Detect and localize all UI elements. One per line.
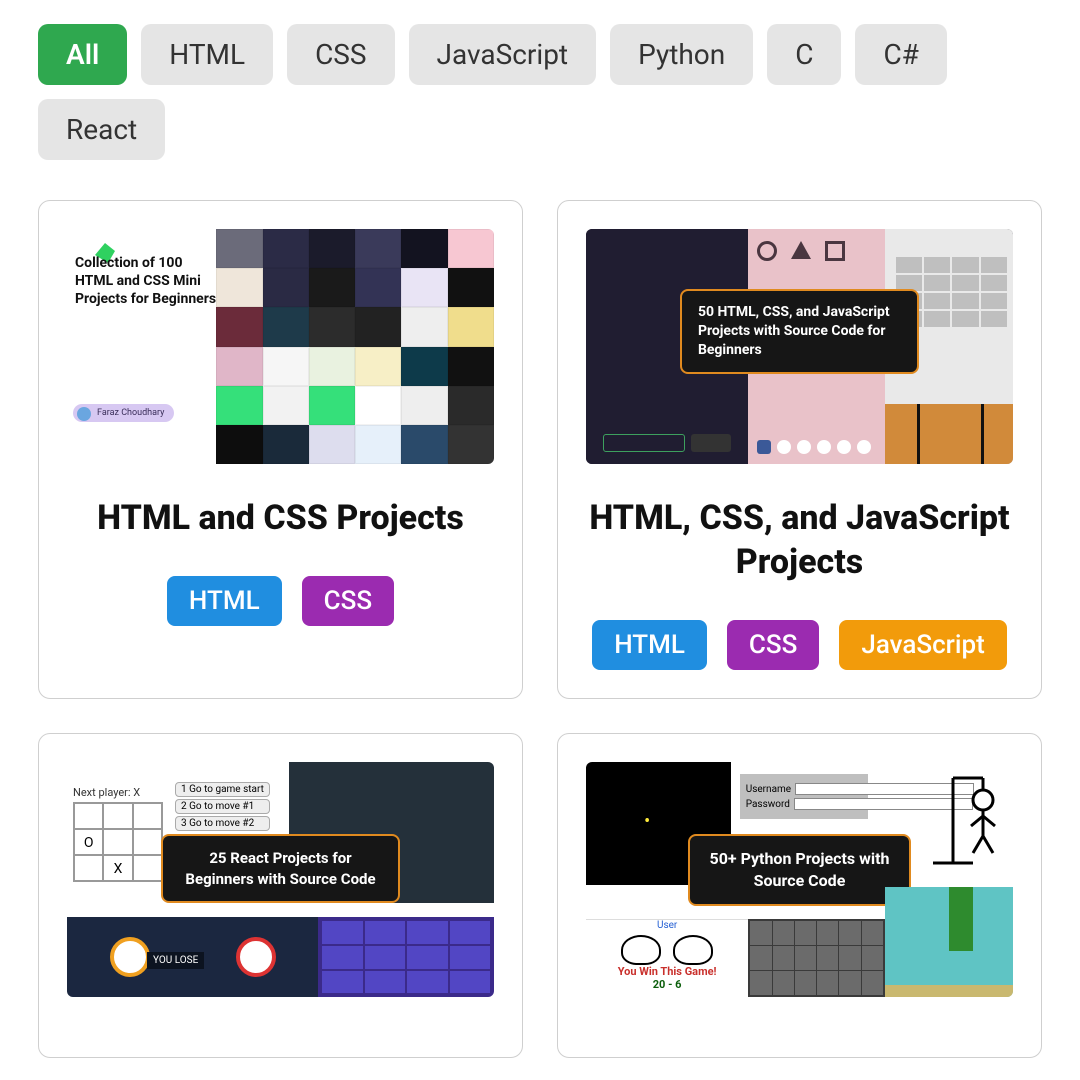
filter-python[interactable]: Python	[610, 24, 753, 85]
card-python-projects[interactable]: Username Password 50+ Python Projects wi…	[557, 733, 1042, 1058]
card-tags: HTML CSS JavaScript	[592, 620, 1007, 670]
login-form: Username Password	[740, 774, 868, 819]
cards-grid: Collection of 100 HTML and CSS Mini Proj…	[38, 200, 1042, 1058]
tag-css[interactable]: CSS	[302, 576, 394, 626]
hand-icon	[110, 937, 150, 977]
card-thumbnail: Next player: X O X 1 Go to game start 2 …	[67, 762, 494, 997]
filter-html[interactable]: HTML	[141, 24, 273, 85]
thumb-caption-overlay: 50+ Python Projects with Source Code	[688, 834, 910, 905]
tag-javascript[interactable]: JavaScript	[839, 620, 1006, 670]
card-html-css-js-projects[interactable]: 50 HTML, CSS, and JavaScript Projects wi…	[557, 200, 1042, 699]
filter-c[interactable]: C	[767, 24, 841, 85]
thumb-caption: Collection of 100 HTML and CSS Mini Proj…	[75, 254, 220, 309]
tiger-images	[885, 404, 1013, 464]
login-buttons	[603, 434, 731, 452]
rock-paper-scissors: YOU LOSE	[67, 917, 318, 997]
shapes-icon	[757, 241, 845, 261]
filter-react[interactable]: React	[38, 99, 165, 160]
thumb-tile-grid	[216, 229, 494, 464]
filter-javascript[interactable]: JavaScript	[409, 24, 597, 85]
filter-css[interactable]: CSS	[287, 24, 394, 85]
card-title: HTML and CSS Projects	[97, 496, 464, 540]
hand-icon	[236, 937, 276, 977]
tag-html[interactable]: HTML	[167, 576, 282, 626]
thumb-caption-overlay: 25 React Projects for Beginners with Sou…	[161, 834, 400, 903]
scientific-calculator	[748, 919, 885, 997]
card-html-css-projects[interactable]: Collection of 100 HTML and CSS Mini Proj…	[38, 200, 523, 699]
tictactoe-moves: 1 Go to game start 2 Go to move #1 3 Go …	[175, 780, 270, 833]
circle-icon	[757, 241, 777, 261]
rock-paper-scissors: User You Win This Game! 20 - 6	[586, 919, 748, 997]
triangle-icon	[791, 241, 811, 259]
card-title: HTML, CSS, and JavaScript Projects	[586, 496, 1013, 584]
thumb-author-badge: Faraz Choudhary	[73, 404, 174, 422]
card-tags: HTML CSS	[167, 576, 394, 626]
tag-css[interactable]: CSS	[727, 620, 819, 670]
calculator	[318, 917, 494, 997]
thumb-caption-overlay: 50 HTML, CSS, and JavaScript Projects wi…	[680, 289, 919, 374]
hangman-icon	[923, 768, 1003, 868]
card-thumbnail: Collection of 100 HTML and CSS Mini Proj…	[67, 229, 494, 464]
social-icons	[757, 440, 871, 454]
card-thumbnail: 50 HTML, CSS, and JavaScript Projects wi…	[586, 229, 1013, 464]
hand-icon	[673, 935, 713, 965]
flappy-bird	[885, 887, 1013, 997]
hand-icon	[621, 935, 661, 965]
filter-bar: All HTML CSS JavaScript Python C C# Reac…	[38, 24, 1042, 160]
card-thumbnail: Username Password 50+ Python Projects wi…	[586, 762, 1013, 997]
lose-label: YOU LOSE	[147, 952, 204, 969]
filter-all[interactable]: All	[38, 24, 127, 85]
square-icon	[825, 241, 845, 261]
tictactoe-label: Next player: X	[73, 786, 163, 799]
filter-csharp[interactable]: C#	[855, 24, 946, 85]
tag-html[interactable]: HTML	[592, 620, 707, 670]
tictactoe: Next player: X O X	[73, 786, 163, 882]
card-react-projects[interactable]: Next player: X O X 1 Go to game start 2 …	[38, 733, 523, 1058]
